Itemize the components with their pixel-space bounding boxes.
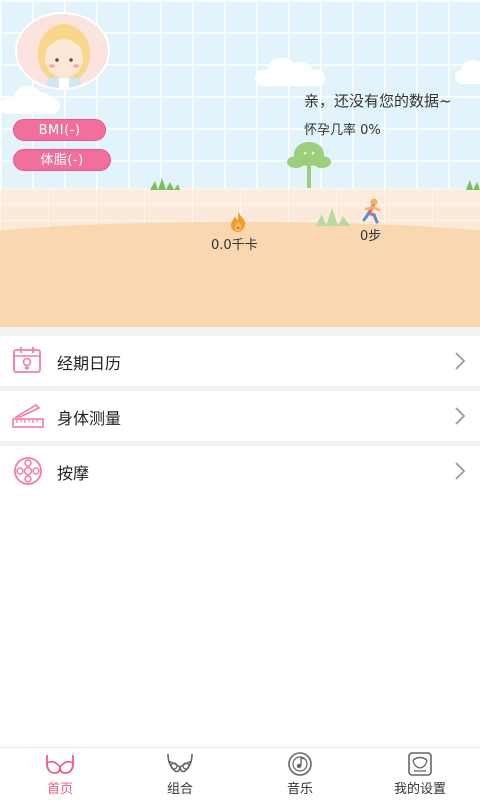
chevron-right-icon [455, 352, 466, 370]
menu-item-label: 经期日历 [57, 354, 122, 373]
tab-home[interactable]: 首页 [0, 748, 120, 800]
combo-icon [167, 753, 193, 773]
section-divider [0, 327, 480, 336]
no-data-message: 亲，还没有您的数据~ [304, 92, 452, 110]
hero-panel: BMI(-) 体脂(-) 亲，还没有您的数据~ 怀孕几率 0% 0.0千卡 0步 [0, 0, 480, 330]
grass-icon [150, 178, 180, 190]
grass-icon [316, 208, 350, 226]
tab-music[interactable]: 音乐 [240, 748, 360, 800]
cloud [0, 86, 60, 114]
bmi-badge[interactable]: BMI(-) [13, 119, 106, 141]
pregnancy-rate: 怀孕几率 0% [304, 123, 381, 138]
bra-icon [46, 755, 74, 774]
tab-label: 首页 [46, 782, 73, 797]
body-fat-badge[interactable]: 体脂(-) [13, 149, 111, 171]
girl-avatar-icon [17, 14, 108, 88]
ruler-icon [12, 403, 44, 428]
menu-item-massage[interactable]: 按摩 [0, 446, 480, 496]
tab-my-settings[interactable]: 我的设置 [360, 748, 480, 800]
chevron-right-icon [455, 462, 466, 480]
steps-value: 0步 [360, 229, 382, 244]
cloud [255, 58, 325, 86]
cloud [455, 60, 480, 84]
tab-combo[interactable]: 组合 [120, 748, 240, 800]
flame-icon [231, 212, 246, 232]
settings-icon [408, 752, 432, 776]
tree-icon [287, 142, 331, 192]
avatar[interactable] [15, 12, 110, 90]
tab-label: 音乐 [286, 782, 313, 797]
grass-icon [466, 180, 480, 190]
menu-item-label: 按摩 [57, 464, 90, 483]
menu-item-label: 身体测量 [57, 409, 122, 428]
calories-value: 0.0千卡 [211, 238, 258, 253]
massage-icon [14, 457, 42, 485]
menu-item-body-measurement[interactable]: 身体测量 [0, 391, 480, 441]
tab-label: 组合 [166, 782, 193, 797]
bottom-navigation: 首页 组合 音乐 我的设置 [0, 747, 480, 800]
chevron-right-icon [455, 407, 466, 425]
runner-icon [362, 198, 381, 224]
tab-label: 我的设置 [393, 782, 446, 797]
calendar-icon [13, 347, 41, 373]
music-disc-icon [288, 752, 312, 776]
menu-item-period-calendar[interactable]: 经期日历 [0, 336, 480, 386]
